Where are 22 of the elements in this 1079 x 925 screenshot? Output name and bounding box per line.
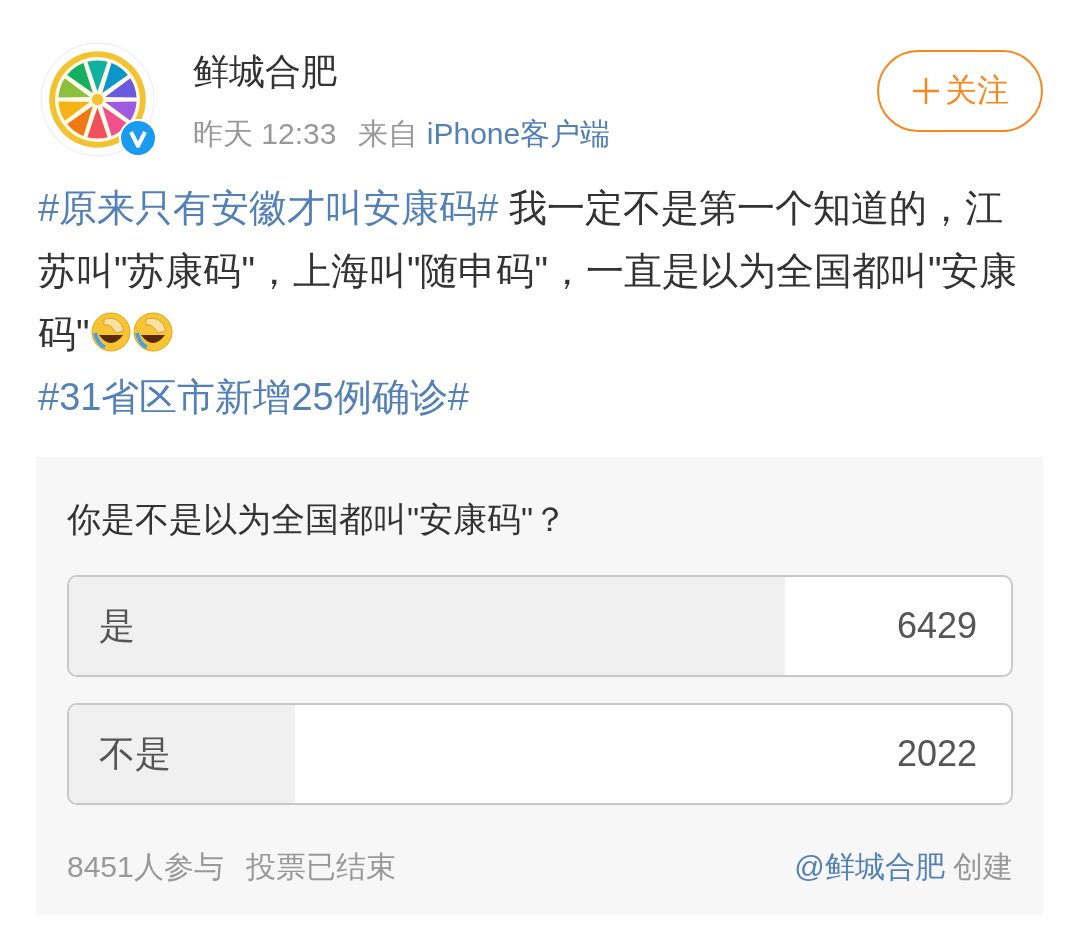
post-time: 昨天 12:33: [193, 116, 337, 152]
participant-count: 8451人参与: [67, 849, 224, 885]
source-label: 来自: [358, 117, 419, 150]
vote-count: 2022: [896, 733, 977, 775]
poll-option[interactable]: 不是 2022: [67, 703, 1013, 805]
source-link[interactable]: iPhone客户端: [426, 117, 611, 150]
poll-status: 投票已结束: [245, 849, 396, 885]
poll-option[interactable]: 是 6429: [67, 575, 1013, 677]
laughing-emoji-icon: [131, 311, 174, 353]
option-label: 不是: [99, 731, 171, 776]
plus-icon: [911, 76, 941, 106]
option-label: 是: [99, 603, 135, 648]
post-text: #原来只有安徽才叫安康码# 我一定不是第一个知道的，江苏叫"苏康码"，上海叫"随申码"，一直是以为全国都叫"安康码" #31省区市新增25例确诊#: [38, 186, 1019, 420]
creator-link[interactable]: @鲜城合肥: [794, 850, 945, 883]
creator-label: 创建: [953, 850, 1013, 883]
poll-question: 你是不是以为全国都叫"安康码"？: [67, 499, 569, 540]
hashtag-link[interactable]: #31省区市新增25例确诊#: [38, 376, 469, 418]
hashtag-link[interactable]: #原来只有安徽才叫安康码#: [38, 187, 499, 229]
vote-count: 6429: [896, 605, 977, 647]
author-name[interactable]: 鲜城合肥: [193, 50, 839, 94]
follow-button[interactable]: 关注: [877, 50, 1043, 132]
laughing-emoji-icon: [89, 311, 132, 353]
